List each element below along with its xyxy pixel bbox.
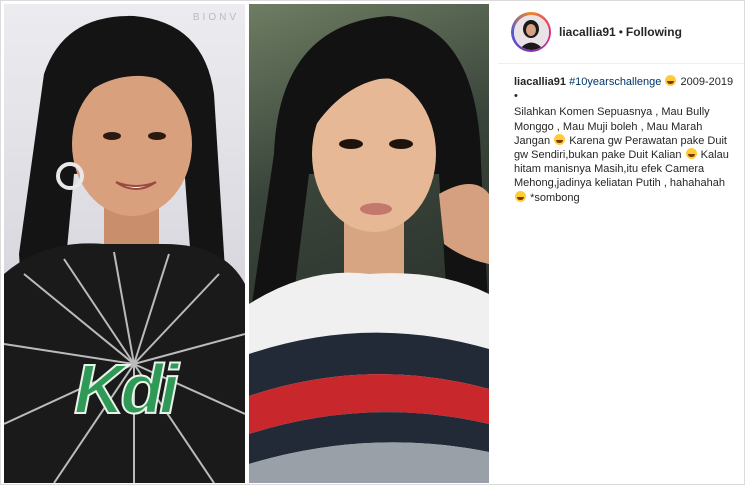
- photo-2019: [249, 4, 489, 483]
- smiling-emoji-icon: [554, 133, 566, 145]
- grin-emoji-icon: [515, 190, 526, 202]
- photo-2019-illustration: [249, 16, 489, 483]
- hashtag-link[interactable]: #10yearschallenge: [569, 76, 661, 88]
- avatar-image: [513, 14, 549, 50]
- avatar-illustration: [513, 14, 549, 50]
- header-separator: •: [618, 25, 623, 39]
- header-text: liacallia91 • Following: [559, 25, 682, 39]
- caption-bullet: •: [514, 90, 518, 103]
- post-image[interactable]: BIONV Kdi: [4, 4, 489, 483]
- grinning-emoji-icon: [665, 75, 677, 86]
- caption-username-link[interactable]: liacallia91: [514, 76, 566, 88]
- caption-years: 2009-2019: [680, 76, 734, 88]
- photo-2009: BIONV Kdi: [4, 4, 245, 483]
- shirt-logo-text: Kdi: [73, 349, 180, 429]
- post-header: liacallia91 • Following: [498, 1, 744, 64]
- username-link[interactable]: liacallia91: [559, 25, 616, 39]
- avatar[interactable]: [511, 12, 551, 52]
- laughing-emoji-icon: [685, 148, 697, 160]
- post-sidebar: liacallia91 • Following liacallia91 #10yea…: [498, 1, 744, 484]
- caption: liacallia91 #10yearschallenge 2009-2019 …: [514, 75, 739, 205]
- photo-watermark: BIONV: [192, 12, 239, 23]
- following-button[interactable]: Following: [626, 25, 682, 39]
- instagram-post: BIONV Kdi liacallia91 • Following liacal…: [0, 0, 745, 485]
- caption-body-4: *sombong: [530, 191, 580, 204]
